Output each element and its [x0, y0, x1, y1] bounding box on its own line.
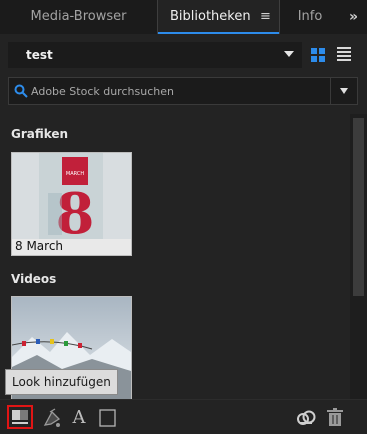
chevron-down-icon — [284, 51, 294, 57]
scrollbar-thumb[interactable] — [353, 118, 364, 296]
search-icon — [14, 84, 28, 98]
library-dropdown[interactable]: test — [8, 42, 302, 68]
active-tab-indicator — [158, 32, 279, 34]
graphic-small-text: MARCH — [66, 171, 84, 177]
tab-overflow-icon[interactable]: » — [340, 0, 367, 34]
search-input[interactable] — [31, 78, 331, 104]
panel-menu-icon[interactable]: ≡ — [260, 0, 271, 34]
tab-info[interactable]: Info — [280, 0, 340, 34]
section-heading-videos: Videos — [11, 272, 57, 286]
stock-search-box — [8, 77, 358, 105]
look-icon — [12, 410, 28, 424]
trash-icon[interactable] — [323, 407, 347, 429]
tab-media-browser[interactable]: Media-Browser — [0, 0, 157, 34]
panel-tab-bar: Media-Browser Bibliotheken ≡ Info » — [0, 0, 367, 34]
list-view-icon[interactable] — [337, 47, 351, 62]
add-graphic-icon[interactable] — [96, 407, 120, 429]
search-options-dropdown[interactable] — [330, 78, 357, 104]
add-text-style-button[interactable]: A — [67, 407, 91, 429]
library-name: test — [26, 48, 53, 62]
section-heading-graphics: Grafiken — [11, 127, 69, 141]
bottom-toolbar: A — [0, 399, 367, 434]
tab-libraries[interactable]: Bibliotheken ≡ — [157, 0, 280, 34]
add-look-button[interactable] — [7, 405, 33, 429]
tab-libraries-label: Bibliotheken — [170, 9, 251, 24]
library-item-graphic[interactable]: MARCH 8 8 March — [11, 152, 132, 256]
grid-view-icon[interactable] — [311, 48, 325, 62]
library-content: Grafiken MARCH 8 8 March Videos — [0, 114, 350, 399]
creative-cloud-icon[interactable] — [294, 407, 318, 429]
add-color-icon[interactable] — [40, 407, 64, 429]
item-caption: 8 March — [15, 239, 64, 253]
tooltip: Look hinzufügen — [5, 369, 118, 395]
graphic-thumbnail: MARCH 8 — [12, 153, 131, 239]
